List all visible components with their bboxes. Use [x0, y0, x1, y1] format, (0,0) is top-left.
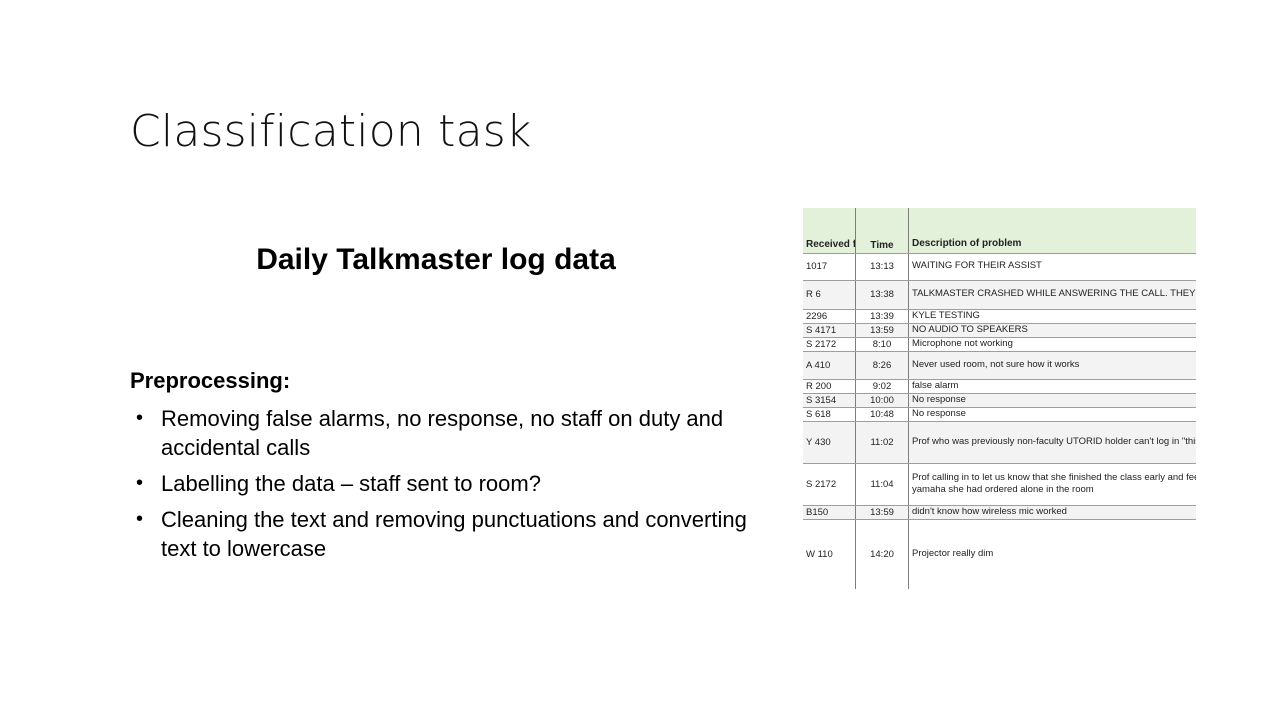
- cell-time: 13:39: [855, 309, 909, 324]
- cell-received-from: S 4171: [803, 323, 856, 338]
- table-row: Y 430 11:02 Prof who was previously non-fa…: [803, 421, 1196, 464]
- table-row: S 3154 10:00 No response: [803, 393, 1196, 408]
- table-row: S 2172 8:10 Microphone not working: [803, 337, 1196, 352]
- cell-time: 10:48: [855, 407, 909, 422]
- cell-received-from: R 200: [803, 379, 856, 394]
- table-row: R 6 13:38 TALKMASTER CRASHED WHILE ANSWERI…: [803, 280, 1196, 310]
- bullet-item: • Cleaning the text and removing punctuat…: [130, 505, 750, 563]
- cell-received-from: A 410: [803, 351, 856, 380]
- cell-description: didn't know how wireless mic worked: [908, 505, 1196, 520]
- column-header-description: Description of problem: [908, 208, 1196, 254]
- cell-description: Never used room, not sure how it works: [908, 351, 1196, 380]
- column-header-received-from: Received from:: [803, 208, 856, 254]
- cell-time: 8:10: [855, 337, 909, 352]
- slide-title: Classification task: [130, 106, 532, 157]
- table-row: S 2172 11:04 Prof calling in to let us kno…: [803, 463, 1196, 506]
- table-body: 1017 13:13 WAITING FOR THEIR ASSIST R 6 13:3…: [803, 253, 1196, 589]
- log-table-image: Received from: Time Description of probl…: [803, 208, 1196, 589]
- table-row: B150 13:59 didn't know how wireless mic wo…: [803, 505, 1196, 520]
- cell-time: 13:13: [855, 253, 909, 281]
- slide-subtitle: Daily Talkmaster log data: [256, 243, 616, 276]
- cell-received-from: S 618: [803, 407, 856, 422]
- cell-description: WAITING FOR THEIR ASSIST: [908, 253, 1196, 281]
- cell-time: 9:02: [855, 379, 909, 394]
- cell-description: NO AUDIO TO SPEAKERS: [908, 323, 1196, 338]
- table-row: S 618 10:48 No response: [803, 407, 1196, 422]
- table-row: A 410 8:26 Never used room, not sure how i…: [803, 351, 1196, 380]
- talkmaster-log-table: Received from: Time Description of probl…: [803, 208, 1196, 589]
- preprocessing-heading: Preprocessing:: [130, 368, 291, 393]
- table-row: 1017 13:13 WAITING FOR THEIR ASSIST: [803, 253, 1196, 281]
- cell-received-from: S 2172: [803, 337, 856, 352]
- cell-received-from: Y 430: [803, 421, 856, 464]
- cell-time: 10:00: [855, 393, 909, 408]
- cell-received-from: W 110: [803, 519, 856, 589]
- cell-time: 14:20: [855, 519, 909, 589]
- table-row: W 110 14:20 Projector really dim: [803, 519, 1196, 589]
- table-row: 2296 13:39 KYLE TESTING: [803, 309, 1196, 324]
- preprocessing-bullet-list: • Removing false alarms, no response, no …: [130, 404, 750, 570]
- cell-received-from: S 3154: [803, 393, 856, 408]
- cell-description: Projector really dim: [908, 519, 1196, 589]
- cell-description: KYLE TESTING: [908, 309, 1196, 324]
- cell-received-from: 2296: [803, 309, 856, 324]
- bullet-dot-icon: •: [136, 472, 144, 494]
- bullet-text: Removing false alarms, no response, no s…: [161, 406, 724, 460]
- bullet-dot-icon: •: [136, 407, 144, 429]
- cell-time: 11:02: [855, 421, 909, 464]
- cell-description: Microphone not working: [908, 337, 1196, 352]
- table-row: S 4171 13:59 NO AUDIO TO SPEAKERS: [803, 323, 1196, 338]
- bullet-dot-icon: •: [136, 508, 144, 530]
- cell-time: 13:38: [855, 280, 909, 310]
- cell-description: Prof calling in to let us know that she …: [908, 463, 1196, 506]
- table-row: R 200 9:02 false alarm: [803, 379, 1196, 394]
- bullet-text: Labelling the data – staff sent to room?: [161, 471, 541, 496]
- cell-received-from: S 2172: [803, 463, 856, 506]
- cell-description: false alarm: [908, 379, 1196, 394]
- table-header-row: Received from: Time Description of probl…: [803, 208, 1196, 254]
- cell-received-from: 1017: [803, 253, 856, 281]
- cell-time: 13:59: [855, 505, 909, 520]
- cell-description: No response: [908, 393, 1196, 408]
- cell-time: 13:59: [855, 323, 909, 338]
- cell-received-from: R 6: [803, 280, 856, 310]
- cell-description: No response: [908, 407, 1196, 422]
- cell-received-from: B150: [803, 505, 856, 520]
- bullet-item: • Labelling the data – staff sent to room…: [130, 469, 750, 498]
- cell-time: 8:26: [855, 351, 909, 380]
- cell-time: 11:04: [855, 463, 909, 506]
- bullet-item: • Removing false alarms, no response, no …: [130, 404, 750, 462]
- cell-description: Prof who was previously non-faculty UTOR…: [908, 421, 1196, 464]
- cell-description: TALKMASTER CRASHED WHILE ANSWERING THE C…: [908, 280, 1196, 310]
- column-header-time: Time: [855, 208, 909, 254]
- bullet-text: Cleaning the text and removing punctuati…: [161, 507, 747, 561]
